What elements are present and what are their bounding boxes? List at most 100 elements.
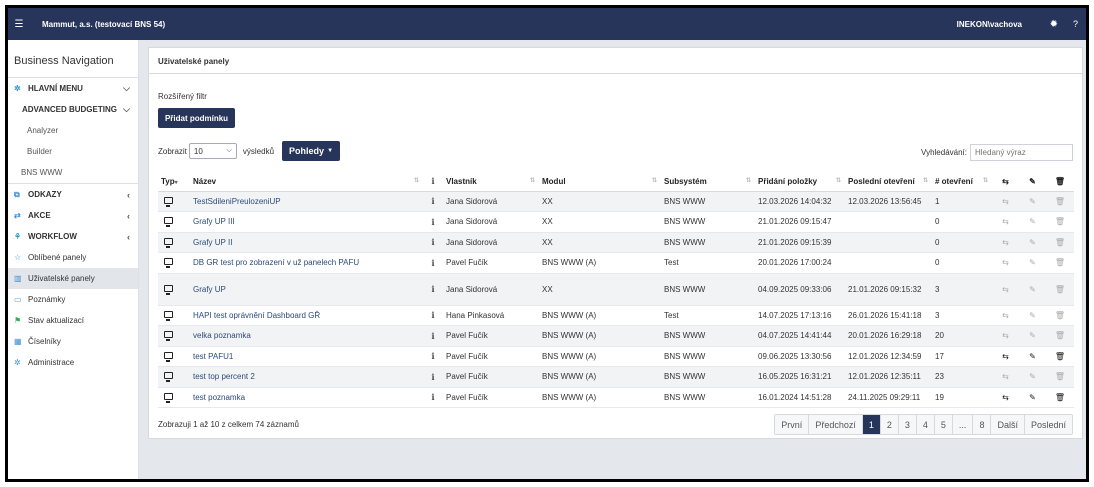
col-otevreni[interactable]: Poslední otevření ⇅ bbox=[845, 172, 932, 192]
trash-icon[interactable]: 🗑 bbox=[1055, 197, 1065, 206]
page-button[interactable]: 4 bbox=[915, 415, 934, 434]
hamburger-icon[interactable]: ☰ bbox=[8, 19, 30, 30]
pencil-icon[interactable]: ✎ bbox=[1029, 393, 1036, 402]
share-icon[interactable]: ⇆ bbox=[1002, 311, 1009, 320]
sidebar-item-oblibene[interactable]: ☆ Oblíbené panely bbox=[8, 247, 138, 268]
trash-icon[interactable]: 🗑 bbox=[1055, 217, 1065, 226]
table-row[interactable]: Grafy UP II i Jana Sidorová XX BNS WWW 21.01.… bbox=[158, 232, 1074, 253]
pencil-icon[interactable]: ✎ bbox=[1029, 311, 1036, 320]
bug-icon[interactable]: ✹ bbox=[1050, 19, 1058, 30]
page-button[interactable]: První bbox=[775, 415, 809, 434]
help-button[interactable]: ? bbox=[1073, 19, 1078, 29]
add-condition-button[interactable]: Přidat podmínku bbox=[158, 108, 235, 128]
panel-name-link[interactable]: Grafy UP III bbox=[190, 211, 423, 233]
share-icon[interactable]: ⇆ bbox=[1002, 372, 1009, 381]
panel-name-link[interactable]: TestSdileniPreulozeniUP bbox=[190, 191, 423, 212]
panel-name-link[interactable]: HAPI test oprávnění Dashboard GŘ bbox=[190, 305, 423, 326]
sidebar-item-poznamky[interactable]: ▭ Poznámky bbox=[8, 289, 138, 310]
panel-name-link[interactable]: test top percent 2 bbox=[190, 366, 423, 388]
views-button[interactable]: Pohledy ▼ bbox=[282, 141, 341, 161]
sidebar-item-builder[interactable]: Builder bbox=[8, 141, 138, 162]
sidebar-item-analyzer[interactable]: Analyzer bbox=[8, 120, 138, 141]
table-row[interactable]: velka poznamka i Pavel Fučík BNS WWW (A) BNS… bbox=[158, 325, 1074, 347]
sidebar-item-administrace[interactable]: ✲ Administrace bbox=[8, 352, 138, 373]
trash-icon[interactable]: 🗑 bbox=[1055, 258, 1065, 267]
sidebar-item-bns-www[interactable]: BNS WWW bbox=[8, 162, 138, 183]
trash-icon[interactable]: 🗑 bbox=[1055, 285, 1065, 294]
pencil-icon[interactable]: ✎ bbox=[1029, 217, 1036, 226]
user-name[interactable]: INEKON\vachova bbox=[957, 20, 1022, 29]
page-button[interactable]: 5 bbox=[933, 415, 952, 434]
trash-icon[interactable]: 🗑 bbox=[1055, 311, 1065, 320]
share-icon[interactable]: ⇆ bbox=[1002, 285, 1009, 294]
pencil-icon[interactable]: ✎ bbox=[1029, 197, 1036, 206]
info-icon[interactable]: i bbox=[423, 211, 443, 233]
page-button[interactable]: 2 bbox=[879, 415, 898, 434]
info-icon[interactable]: i bbox=[423, 325, 443, 347]
info-icon[interactable]: i bbox=[423, 346, 443, 367]
table-row[interactable]: test poznamka i Pavel Fučík BNS WWW (A) BNS … bbox=[158, 387, 1074, 408]
info-icon[interactable]: i bbox=[423, 387, 443, 408]
sidebar-item-workflow[interactable]: ⚘ WORKFLOW ‹ bbox=[8, 226, 138, 247]
pencil-icon[interactable]: ✎ bbox=[1029, 285, 1036, 294]
table-row[interactable]: HAPI test oprávnění Dashboard GŘ i Hana Pi… bbox=[158, 305, 1074, 326]
trash-icon[interactable]: 🗑 bbox=[1055, 372, 1065, 381]
col-subsystem[interactable]: Subsystém ⇅ bbox=[661, 172, 755, 192]
table-row[interactable]: DB GR test pro zobrazení v už panelech P… bbox=[158, 252, 1074, 274]
info-icon[interactable]: i bbox=[423, 252, 443, 274]
panel-name-link[interactable]: test poznamka bbox=[190, 387, 423, 408]
trash-icon[interactable]: 🗑 bbox=[1055, 352, 1065, 361]
sidebar-item-uzivatelske[interactable]: ▥ Uživatelské panely bbox=[8, 268, 138, 289]
table-row[interactable]: test top percent 2 i Pavel Fučík BNS WWW (A… bbox=[158, 366, 1074, 388]
info-icon[interactable]: i bbox=[423, 191, 443, 212]
sidebar-item-main-menu[interactable]: ✲ HLAVNÍ MENU ⌵ bbox=[8, 78, 138, 99]
info-icon[interactable]: i bbox=[423, 305, 443, 326]
page-button[interactable]: ... bbox=[951, 415, 973, 434]
col-modul[interactable]: Modul ⇅ bbox=[539, 172, 661, 192]
trash-icon[interactable]: 🗑 bbox=[1055, 393, 1065, 402]
info-icon[interactable]: i bbox=[423, 273, 443, 306]
sidebar-item-odkazy[interactable]: ⧉ ODKAZY ‹ bbox=[8, 184, 138, 205]
page-button[interactable]: 3 bbox=[897, 415, 916, 434]
panel-name-link[interactable]: DB GR test pro zobrazení v už panelech P… bbox=[190, 252, 423, 274]
page-button[interactable]: Další bbox=[990, 415, 1024, 434]
table-row[interactable]: test PAFU1 i Pavel Fučík BNS WWW (A) BNS WWW… bbox=[158, 346, 1074, 367]
sidebar-item-ciselniky[interactable]: ▦ Číselníky bbox=[8, 331, 138, 352]
trash-icon[interactable]: 🗑 bbox=[1055, 331, 1065, 340]
sidebar-item-stav[interactable]: ⚑ Stav aktualizací bbox=[8, 310, 138, 331]
col-vlastnik[interactable]: Vlastník ⇅ bbox=[443, 172, 539, 192]
share-icon[interactable]: ⇆ bbox=[1002, 217, 1009, 226]
page-size-select[interactable]: 10 ⌵ bbox=[188, 143, 237, 159]
page-button[interactable]: 1 bbox=[861, 415, 880, 434]
share-icon[interactable]: ⇆ bbox=[1002, 197, 1009, 206]
share-icon[interactable]: ⇆ bbox=[1002, 331, 1009, 340]
pencil-icon[interactable]: ✎ bbox=[1029, 258, 1036, 267]
panel-name-link[interactable]: Grafy UP II bbox=[190, 232, 423, 253]
page-button[interactable]: Předchozí bbox=[808, 415, 862, 434]
pencil-icon[interactable]: ✎ bbox=[1029, 331, 1036, 340]
pencil-icon[interactable]: ✎ bbox=[1029, 352, 1036, 361]
share-icon[interactable]: ⇆ bbox=[1002, 352, 1009, 361]
table-row[interactable]: Grafy UP i Jana Sidorová XX BNS WWW 04.09.202… bbox=[158, 273, 1074, 306]
search-input[interactable] bbox=[970, 144, 1073, 161]
table-row[interactable]: TestSdileniPreulozeniUP i Jana Sidorová XX B… bbox=[158, 191, 1074, 212]
table-row[interactable]: Grafy UP III i Jana Sidorová XX BNS WWW 21.01… bbox=[158, 211, 1074, 233]
pencil-icon[interactable]: ✎ bbox=[1029, 238, 1036, 247]
page-button[interactable]: 8 bbox=[972, 415, 991, 434]
share-icon[interactable]: ⇆ bbox=[1002, 258, 1009, 267]
col-pocet[interactable]: # otevření ⇅ bbox=[932, 172, 992, 192]
sidebar-item-akce[interactable]: ⇄ AKCE ‹ bbox=[8, 205, 138, 226]
col-typ[interactable]: Typ▾ bbox=[158, 172, 190, 192]
share-icon[interactable]: ⇆ bbox=[1002, 393, 1009, 402]
sidebar-item-advanced-budgeting[interactable]: ADVANCED BUDGETING ⌵ bbox=[8, 99, 138, 120]
share-icon[interactable]: ⇆ bbox=[1002, 238, 1009, 247]
pencil-icon[interactable]: ✎ bbox=[1029, 372, 1036, 381]
panel-name-link[interactable]: test PAFU1 bbox=[190, 346, 423, 367]
panel-name-link[interactable]: velka poznamka bbox=[190, 325, 423, 347]
trash-icon[interactable]: 🗑 bbox=[1055, 238, 1065, 247]
col-pridani[interactable]: Přidání položky ⇅ bbox=[755, 172, 845, 192]
page-button[interactable]: Poslední bbox=[1023, 415, 1072, 434]
panel-name-link[interactable]: Grafy UP bbox=[190, 273, 423, 306]
col-nazev[interactable]: Název ⇅ bbox=[190, 172, 423, 192]
info-icon[interactable]: i bbox=[423, 366, 443, 388]
